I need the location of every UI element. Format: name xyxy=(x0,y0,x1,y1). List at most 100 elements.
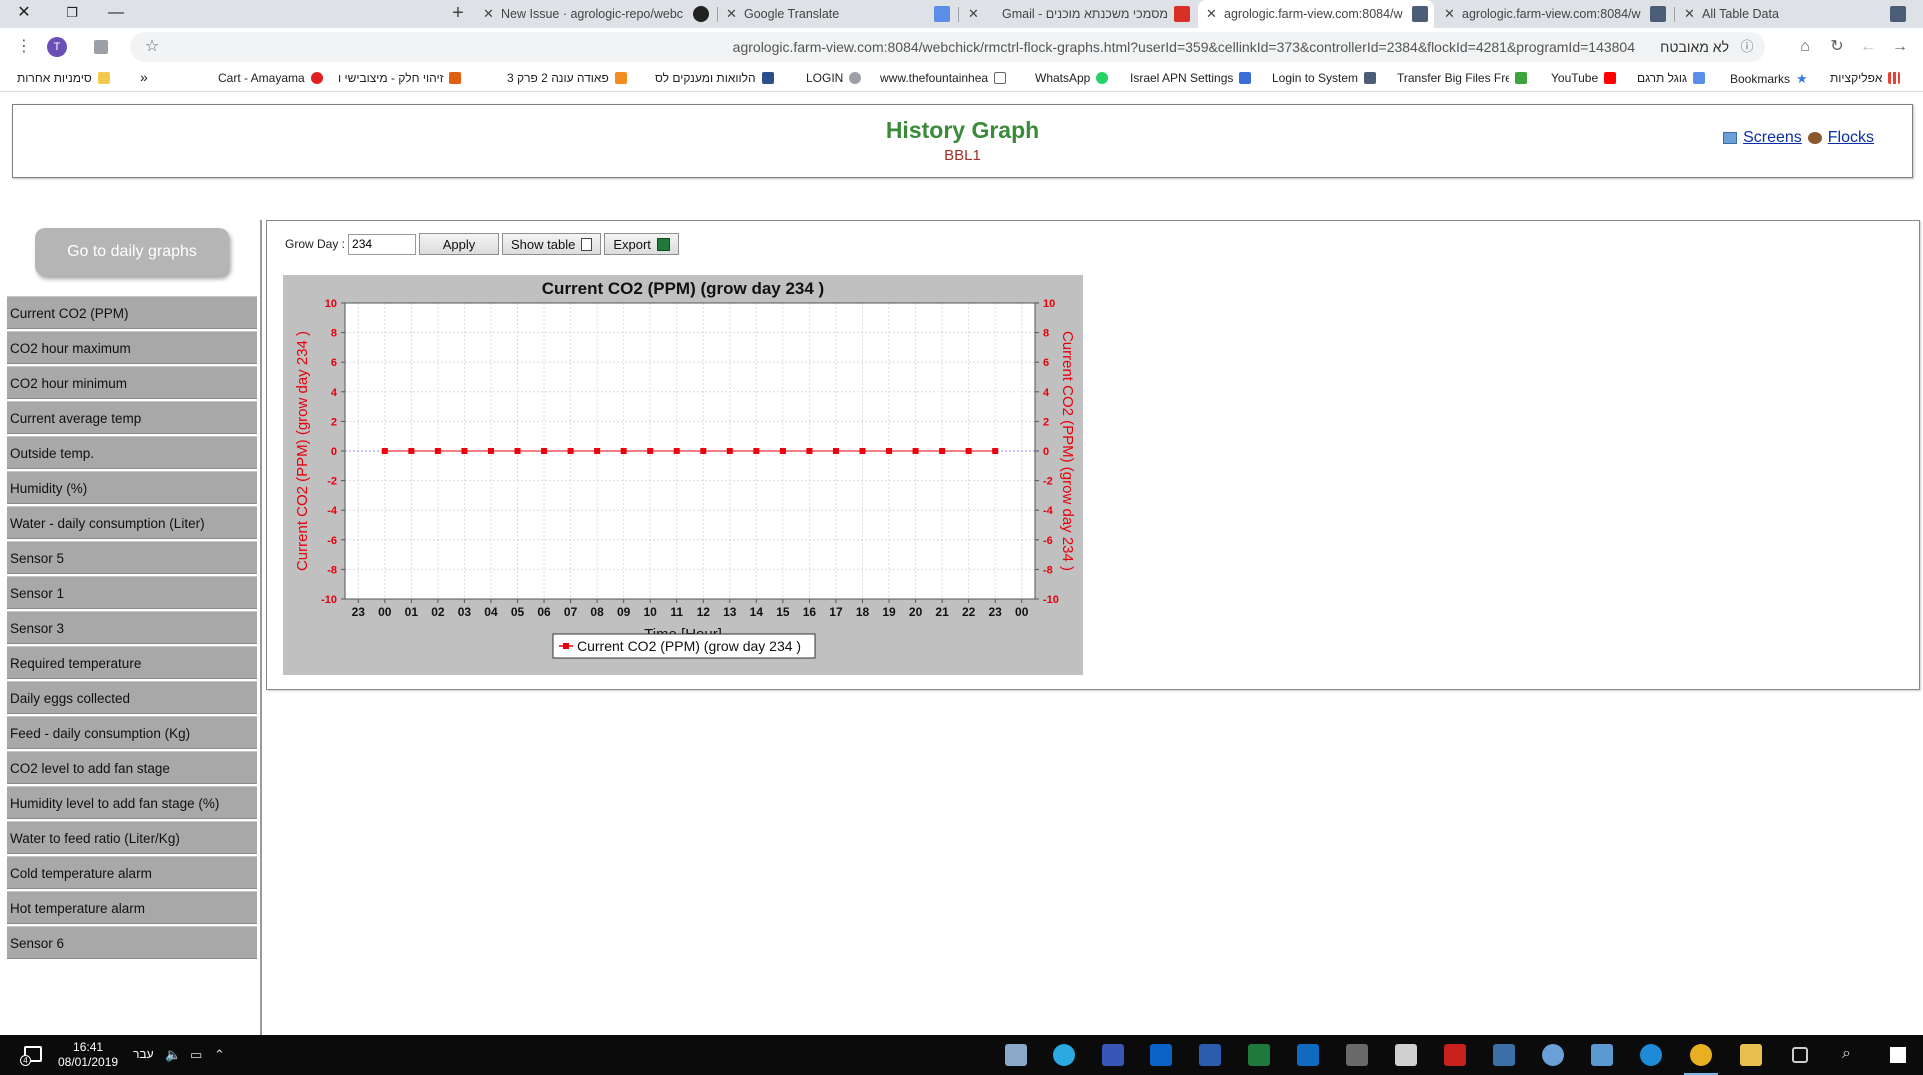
profile-avatar[interactable]: T xyxy=(47,37,67,57)
tab-github[interactable]: ✕ New Issue · agrologic-repo/webc xyxy=(475,0,715,28)
sql-app-icon[interactable] xyxy=(1493,1044,1515,1066)
tab-all-table-data[interactable]: ✕ All Table Data xyxy=(1676,0,1912,28)
info-icon[interactable]: ⓘ xyxy=(1737,37,1757,57)
new-tab-icon[interactable]: + xyxy=(445,0,471,28)
data-point xyxy=(487,448,494,454)
close-tab-icon[interactable]: ✕ xyxy=(726,6,737,22)
bookmark-youtube[interactable]: YouTube xyxy=(1551,71,1617,85)
flocks-link[interactable]: Flocks xyxy=(1828,129,1874,147)
back-icon[interactable]: → xyxy=(1890,37,1910,57)
chrome-app-icon[interactable] xyxy=(1684,1044,1718,1075)
graph-menu-item[interactable]: Humidity level to add fan stage (%) xyxy=(7,786,257,819)
bookmarks-overflow[interactable]: » xyxy=(140,69,148,85)
go-to-daily-graphs-button[interactable]: Go to daily graphs xyxy=(35,228,229,276)
menu-dots-icon[interactable]: ⋮ xyxy=(14,37,34,57)
close-tab-icon[interactable]: ✕ xyxy=(968,6,979,22)
minimize-window-icon[interactable]: — xyxy=(98,0,134,28)
paint-app-icon[interactable] xyxy=(1005,1044,1027,1066)
graph-menu-item[interactable]: Sensor 1 xyxy=(7,576,257,609)
graph-menu-item[interactable]: Sensor 3 xyxy=(7,611,257,644)
ie-app-icon[interactable] xyxy=(1640,1044,1662,1066)
remote-desktop-app-icon[interactable] xyxy=(1346,1044,1368,1066)
graph-menu-item[interactable]: Hot temperature alarm xyxy=(7,891,257,924)
edge-app-icon[interactable] xyxy=(1542,1044,1564,1066)
page-favicon-icon xyxy=(1890,6,1906,22)
calculator-app-icon[interactable] xyxy=(1395,1044,1417,1066)
chevron-up-icon[interactable]: ⌃ xyxy=(214,1047,225,1063)
graph-menu-item[interactable]: Current CO2 (PPM) xyxy=(7,296,257,329)
x-tick-label: 06 xyxy=(537,605,551,619)
graph-menu-item[interactable]: Sensor 6 xyxy=(7,926,257,959)
close-window-icon[interactable]: ✕ xyxy=(6,0,42,28)
graph-menu-item[interactable]: Daily eggs collected xyxy=(7,681,257,714)
network-icon[interactable]: ▭ xyxy=(190,1047,202,1063)
close-tab-icon[interactable]: ✕ xyxy=(1444,6,1455,22)
forward-icon[interactable]: ← xyxy=(1858,37,1878,57)
bookmark-apps[interactable]: אפליקציות xyxy=(1830,71,1901,85)
export-button[interactable]: Export xyxy=(604,233,679,255)
tab-agrologic-active[interactable]: ✕ agrologic.farm-view.com:8084/w xyxy=(1198,0,1434,28)
bookmark-mitsubishi[interactable]: זיהוי חלק - מיצובישי ו xyxy=(338,71,462,85)
extension-icon[interactable] xyxy=(94,40,108,54)
close-tab-icon[interactable]: ✕ xyxy=(1206,6,1217,22)
grow-day-input[interactable] xyxy=(348,233,417,255)
bookmark-login[interactable]: LOGIN xyxy=(806,71,862,85)
close-tab-icon[interactable]: ✕ xyxy=(483,6,494,22)
bookmark-apn[interactable]: Israel APN Settings xyxy=(1130,71,1252,85)
bookmark-login-system[interactable]: Login to System xyxy=(1272,71,1377,85)
outlook-app-icon[interactable] xyxy=(1150,1044,1172,1066)
word-app-icon[interactable] xyxy=(1199,1044,1221,1066)
outlook2-app-icon[interactable] xyxy=(1297,1044,1319,1066)
graph-menu-item[interactable]: CO2 hour minimum xyxy=(7,366,257,399)
bookmark-whatsapp[interactable]: WhatsApp xyxy=(1035,71,1109,85)
graph-menu-item[interactable]: Cold temperature alarm xyxy=(7,856,257,889)
graph-menu-item[interactable]: Humidity (%) xyxy=(7,471,257,504)
graph-menu-item[interactable]: CO2 hour maximum xyxy=(7,331,257,364)
bookmark-loans[interactable]: הלוואות ומענקים לס xyxy=(655,71,774,85)
screens-link[interactable]: Screens xyxy=(1743,129,1802,147)
bookmark-bookmarks[interactable]: Bookmarks ★ xyxy=(1730,71,1808,87)
graph-menu-item[interactable]: Current average temp xyxy=(7,401,257,434)
windows-start-icon[interactable] xyxy=(1890,1047,1906,1063)
graph-menu-item[interactable]: Required temperature xyxy=(7,646,257,679)
close-tab-icon[interactable]: ✕ xyxy=(1684,6,1695,22)
bookmark-amayama[interactable]: Cart - Amayama xyxy=(218,71,323,85)
y-tick-label-left: 0 xyxy=(331,446,337,458)
show-table-button[interactable]: Show table xyxy=(502,233,602,255)
language-indicator[interactable]: עבר xyxy=(133,1047,154,1061)
reload-icon[interactable]: ↻ xyxy=(1827,37,1847,57)
apply-button[interactable]: Apply xyxy=(419,233,500,255)
file-explorer-app-icon[interactable] xyxy=(1740,1044,1762,1066)
graph-menu-item[interactable]: Feed - daily consumption (Kg) xyxy=(7,716,257,749)
graph-menu-item[interactable]: Water - daily consumption (Liter) xyxy=(7,506,257,539)
tab-title: agrologic.farm-view.com:8084/w xyxy=(1224,7,1403,21)
omnibox[interactable]: ☆ agrologic.farm-view.com:8084/webchick/… xyxy=(130,32,1765,62)
graph-menu-item[interactable]: CO2 level to add fan stage xyxy=(7,751,257,784)
tab-agrologic[interactable]: ✕ agrologic.farm-view.com:8084/w xyxy=(1436,0,1672,28)
system-clock[interactable]: 16:41 08/01/2019 xyxy=(58,1040,118,1070)
excel-app-icon[interactable] xyxy=(1248,1044,1270,1066)
bookmark-other[interactable]: סימניות אחרות xyxy=(17,71,110,85)
bookmark-fauda[interactable]: פאודה עונה 2 פרק 3 xyxy=(507,71,627,85)
tab-gmail[interactable]: ✕ מסמכי משכנתא מוכנים - Gmail xyxy=(960,0,1196,28)
tab-google-translate[interactable]: ✕ Google Translate xyxy=(718,0,956,28)
search-icon[interactable]: ⌕ xyxy=(1842,1045,1851,1063)
restore-window-icon[interactable]: ❐ xyxy=(54,0,90,28)
home-icon[interactable]: ⌂ xyxy=(1795,37,1815,57)
graph-menu-item[interactable]: Water to feed ratio (Liter/Kg) xyxy=(7,821,257,854)
volume-icon[interactable]: 🔈 xyxy=(165,1047,181,1063)
security-label[interactable]: לא מאובטח xyxy=(1660,39,1729,55)
browser-app-icon[interactable] xyxy=(1053,1044,1075,1066)
bookmark-transfer[interactable]: Transfer Big Files Free xyxy=(1397,71,1527,85)
star-bookmark-icon[interactable]: ☆ xyxy=(142,37,162,57)
graph-menu-item[interactable]: Outside temp. xyxy=(7,436,257,469)
x-tick-label: 05 xyxy=(511,605,525,619)
bookmark-fountainhead[interactable]: www.thefountainhea xyxy=(880,71,1007,85)
graph-menu-item[interactable]: Sensor 5 xyxy=(7,541,257,574)
task-view-icon[interactable] xyxy=(1792,1047,1808,1063)
vs-app-icon[interactable] xyxy=(1102,1044,1124,1066)
app-icon[interactable] xyxy=(1591,1044,1613,1066)
bookmark-translate[interactable]: גוגל תרגם xyxy=(1637,71,1706,85)
url-text[interactable]: agrologic.farm-view.com:8084/webchick/rm… xyxy=(733,39,1635,55)
filezilla-app-icon[interactable] xyxy=(1444,1044,1466,1066)
